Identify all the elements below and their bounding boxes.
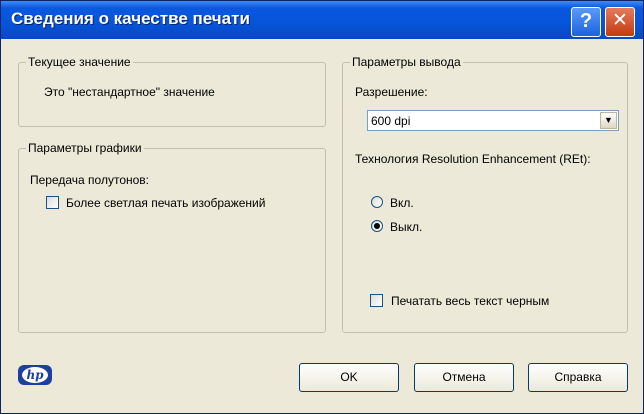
resolution-value: 600 dpi (371, 114, 411, 128)
current-value-legend: Текущее значение (28, 55, 131, 69)
print-black-checkbox[interactable] (370, 294, 383, 307)
print-black-label[interactable]: Печатать весь текст черным (391, 294, 549, 308)
ret-on-radio[interactable] (371, 196, 383, 208)
ret-on-label[interactable]: Вкл. (390, 196, 414, 210)
chevron-down-icon[interactable]: ▼ (600, 112, 617, 129)
resolution-select[interactable]: 600 dpi ▼ (367, 110, 619, 131)
help-button[interactable]: Справка (528, 363, 628, 392)
hp-logo-icon: hp (18, 365, 52, 385)
resolution-label: Разрешение: (355, 85, 428, 99)
help-icon[interactable]: ? (571, 7, 601, 37)
ok-button[interactable]: OK (299, 363, 399, 392)
halftone-label: Передача полутонов: (30, 173, 150, 187)
lighter-print-checkbox[interactable] (46, 196, 59, 209)
current-value-text: Это "нестандартное" значение (44, 85, 215, 99)
output-legend: Параметры вывода (352, 55, 461, 69)
ret-off-label[interactable]: Выкл. (390, 220, 422, 234)
ret-off-radio[interactable] (371, 220, 383, 232)
window-title: Сведения о качестве печати (11, 9, 250, 28)
title-bar[interactable]: Сведения о качестве печати ? ✕ (1, 1, 643, 39)
hp-logo-text: hp (22, 367, 48, 383)
graphics-group: Параметры графики (18, 141, 326, 333)
graphics-legend: Параметры графики (28, 141, 142, 155)
lighter-print-label[interactable]: Более светлая печать изображений (66, 196, 265, 210)
print-quality-dialog: Сведения о качестве печати ? ✕ Текущее з… (0, 0, 644, 414)
close-icon[interactable]: ✕ (605, 7, 635, 37)
ret-label: Технология Resolution Enhancement (REt): (355, 152, 591, 166)
cancel-button[interactable]: Отмена (414, 363, 514, 392)
